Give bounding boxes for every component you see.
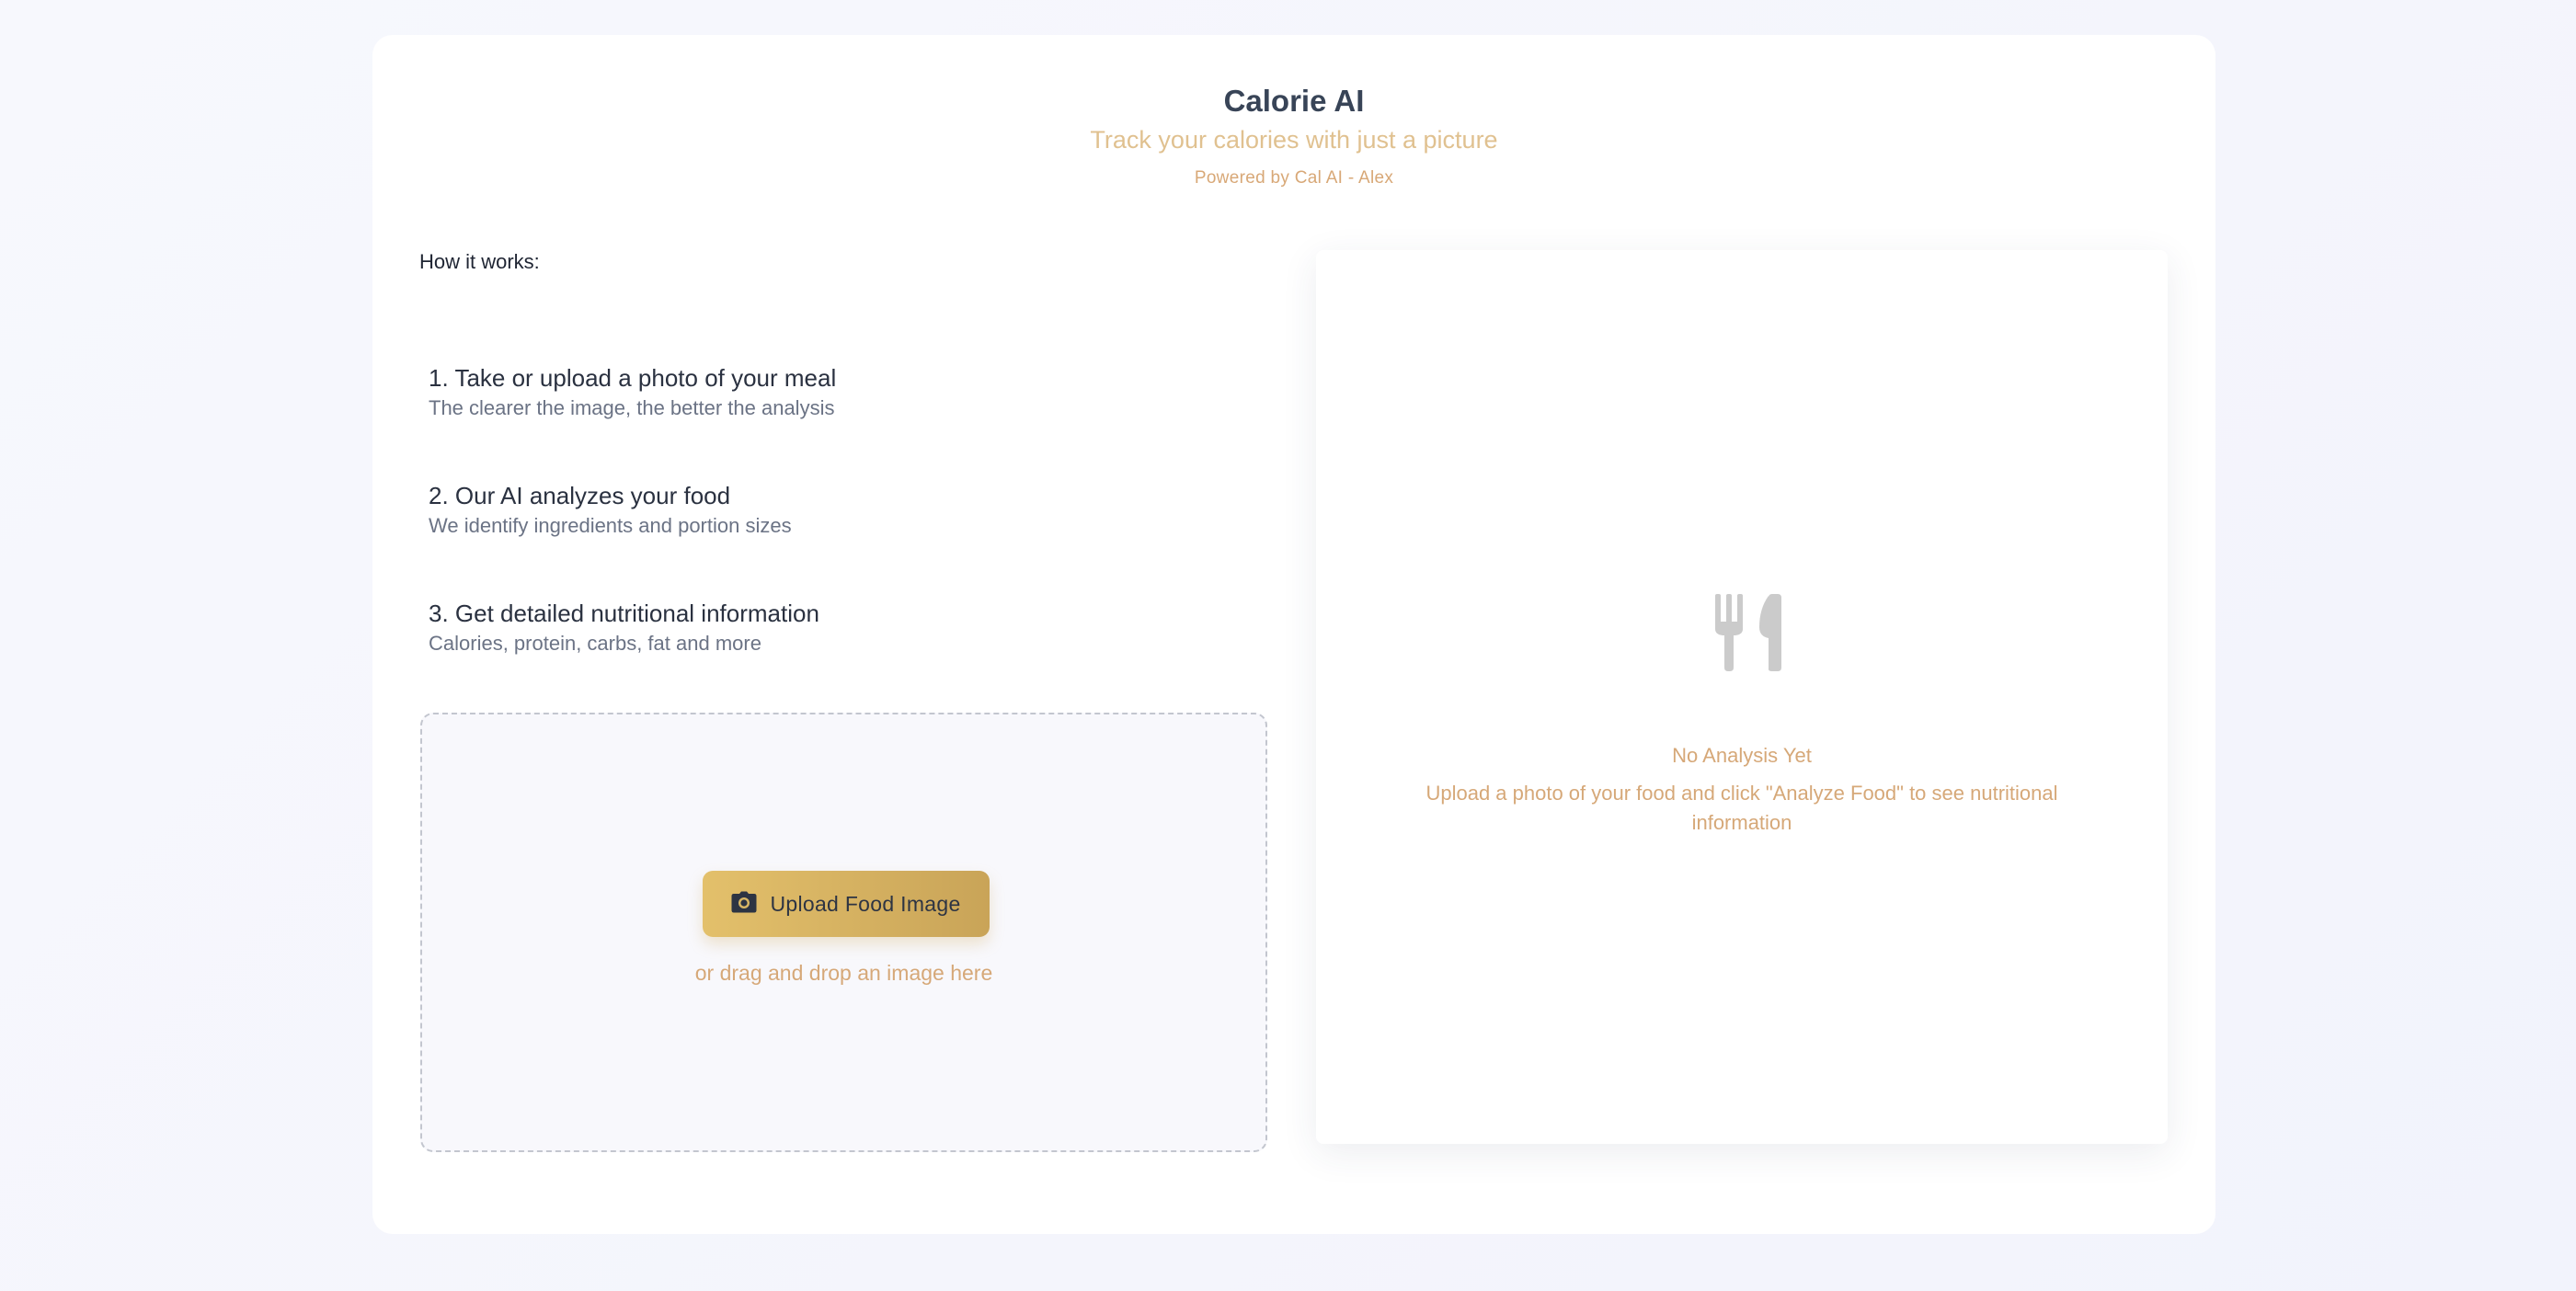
empty-state-description: Upload a photo of your food and click "A…	[1425, 782, 2058, 834]
image-dropzone[interactable]: Upload Food Image or drag and drop an im…	[420, 713, 1267, 1152]
powered-by-text: Powered by Cal AI - Alex	[1194, 168, 1394, 188]
app-header: Calorie AI Track your calories with just…	[372, 83, 2215, 189]
upload-food-image-button[interactable]: Upload Food Image	[703, 871, 990, 937]
how-it-works-heading: How it works:	[419, 250, 540, 273]
step-title: 1. Take or upload a photo of your meal	[429, 364, 837, 392]
step-title: 2. Our AI analyzes your food	[429, 482, 731, 509]
main-card: Calorie AI Track your calories with just…	[372, 35, 2215, 1234]
app-title: Calorie AI	[1223, 84, 1365, 118]
step-description: Calories, protein, carbs, fat and more	[429, 632, 761, 655]
step-item: 2. Our AI analyzes your food We identify…	[429, 481, 792, 540]
analysis-results-panel: No Analysis Yet Upload a photo of your f…	[1316, 250, 2168, 1144]
step-title: 3. Get detailed nutritional information	[429, 600, 819, 627]
utensils-icon	[1712, 594, 1785, 676]
empty-state-title: No Analysis Yet	[1672, 744, 1812, 767]
step-item: 1. Take or upload a photo of your meal T…	[429, 363, 836, 422]
step-description: The clearer the image, the better the an…	[429, 396, 835, 419]
step-item: 3. Get detailed nutritional information …	[429, 599, 819, 657]
drag-drop-hint: or drag and drop an image here	[694, 961, 993, 985]
upload-button-label: Upload Food Image	[770, 891, 961, 916]
app-subtitle: Track your calories with just a picture	[1090, 126, 1498, 154]
camera-icon	[731, 891, 757, 918]
step-description: We identify ingredients and portion size…	[429, 514, 792, 537]
